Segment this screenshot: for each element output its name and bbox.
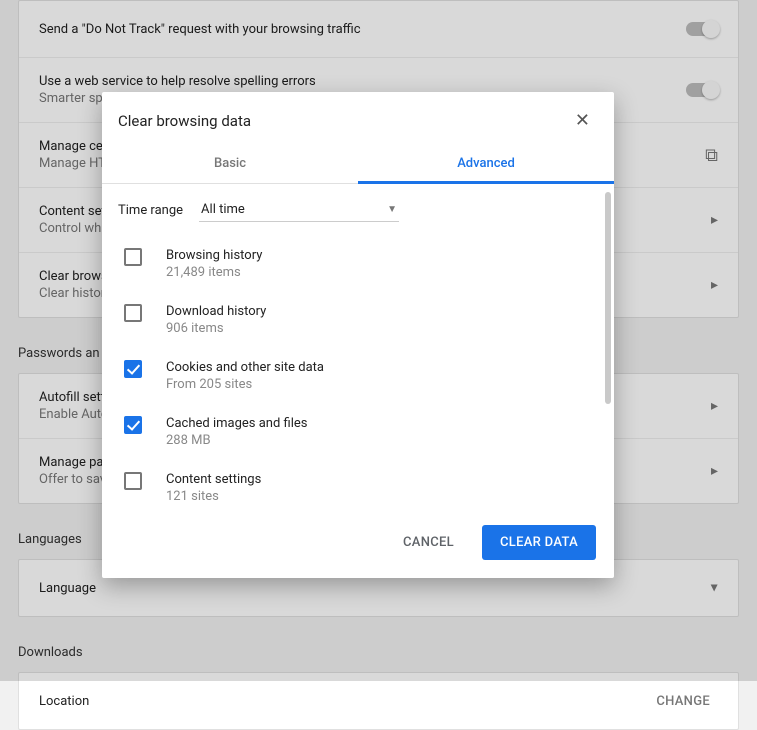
item-sublabel: 906 items <box>166 321 266 336</box>
tabs: Basic Advanced <box>102 144 614 184</box>
item-label: Cookies and other site data <box>166 360 324 375</box>
item-sublabel: From 205 sites <box>166 377 324 392</box>
item-label: Content settings <box>166 472 261 487</box>
cancel-button[interactable]: CANCEL <box>385 525 472 560</box>
tab-basic[interactable]: Basic <box>102 144 358 183</box>
tab-advanced[interactable]: Advanced <box>358 144 614 184</box>
clear-browsing-dialog: Clear browsing data ✕ Basic Advanced Tim… <box>102 92 614 578</box>
change-button[interactable]: CHANGE <box>648 690 718 713</box>
location-label: Location <box>39 694 648 709</box>
checkbox[interactable] <box>124 416 142 434</box>
item-sublabel: 21,489 items <box>166 265 262 280</box>
clear-data-button[interactable]: CLEAR DATA <box>482 525 596 560</box>
checkbox[interactable] <box>124 248 142 266</box>
item-label: Cached images and files <box>166 416 307 431</box>
scrollbar[interactable] <box>602 184 614 509</box>
checkbox[interactable] <box>124 360 142 378</box>
dropdown-icon: ▼ <box>387 204 397 215</box>
close-icon[interactable]: ✕ <box>571 110 594 132</box>
clear-item: Content settings 121 sites <box>124 460 586 509</box>
item-sublabel: 121 sites <box>166 489 261 504</box>
clear-item: Cookies and other site data From 205 site… <box>124 348 586 404</box>
checkbox[interactable] <box>124 472 142 490</box>
clear-item: Download history 906 items <box>124 292 586 348</box>
time-range-label: Time range <box>118 203 183 218</box>
time-range-value: All time <box>201 202 245 217</box>
location-row: Location CHANGE <box>19 673 738 729</box>
time-range-select[interactable]: All time ▼ <box>199 198 399 222</box>
dialog-title: Clear browsing data <box>118 112 251 130</box>
clear-item: Browsing history 21,489 items <box>124 236 586 292</box>
clear-items-list: Browsing history 21,489 items Download his… <box>118 236 586 509</box>
item-label: Download history <box>166 304 266 319</box>
scrollbar-thumb[interactable] <box>605 192 611 404</box>
clear-item: Cached images and files 288 MB <box>124 404 586 460</box>
checkbox[interactable] <box>124 304 142 322</box>
item-sublabel: 288 MB <box>166 433 307 448</box>
time-range-row: Time range All time ▼ <box>118 198 586 222</box>
item-label: Browsing history <box>166 248 262 263</box>
